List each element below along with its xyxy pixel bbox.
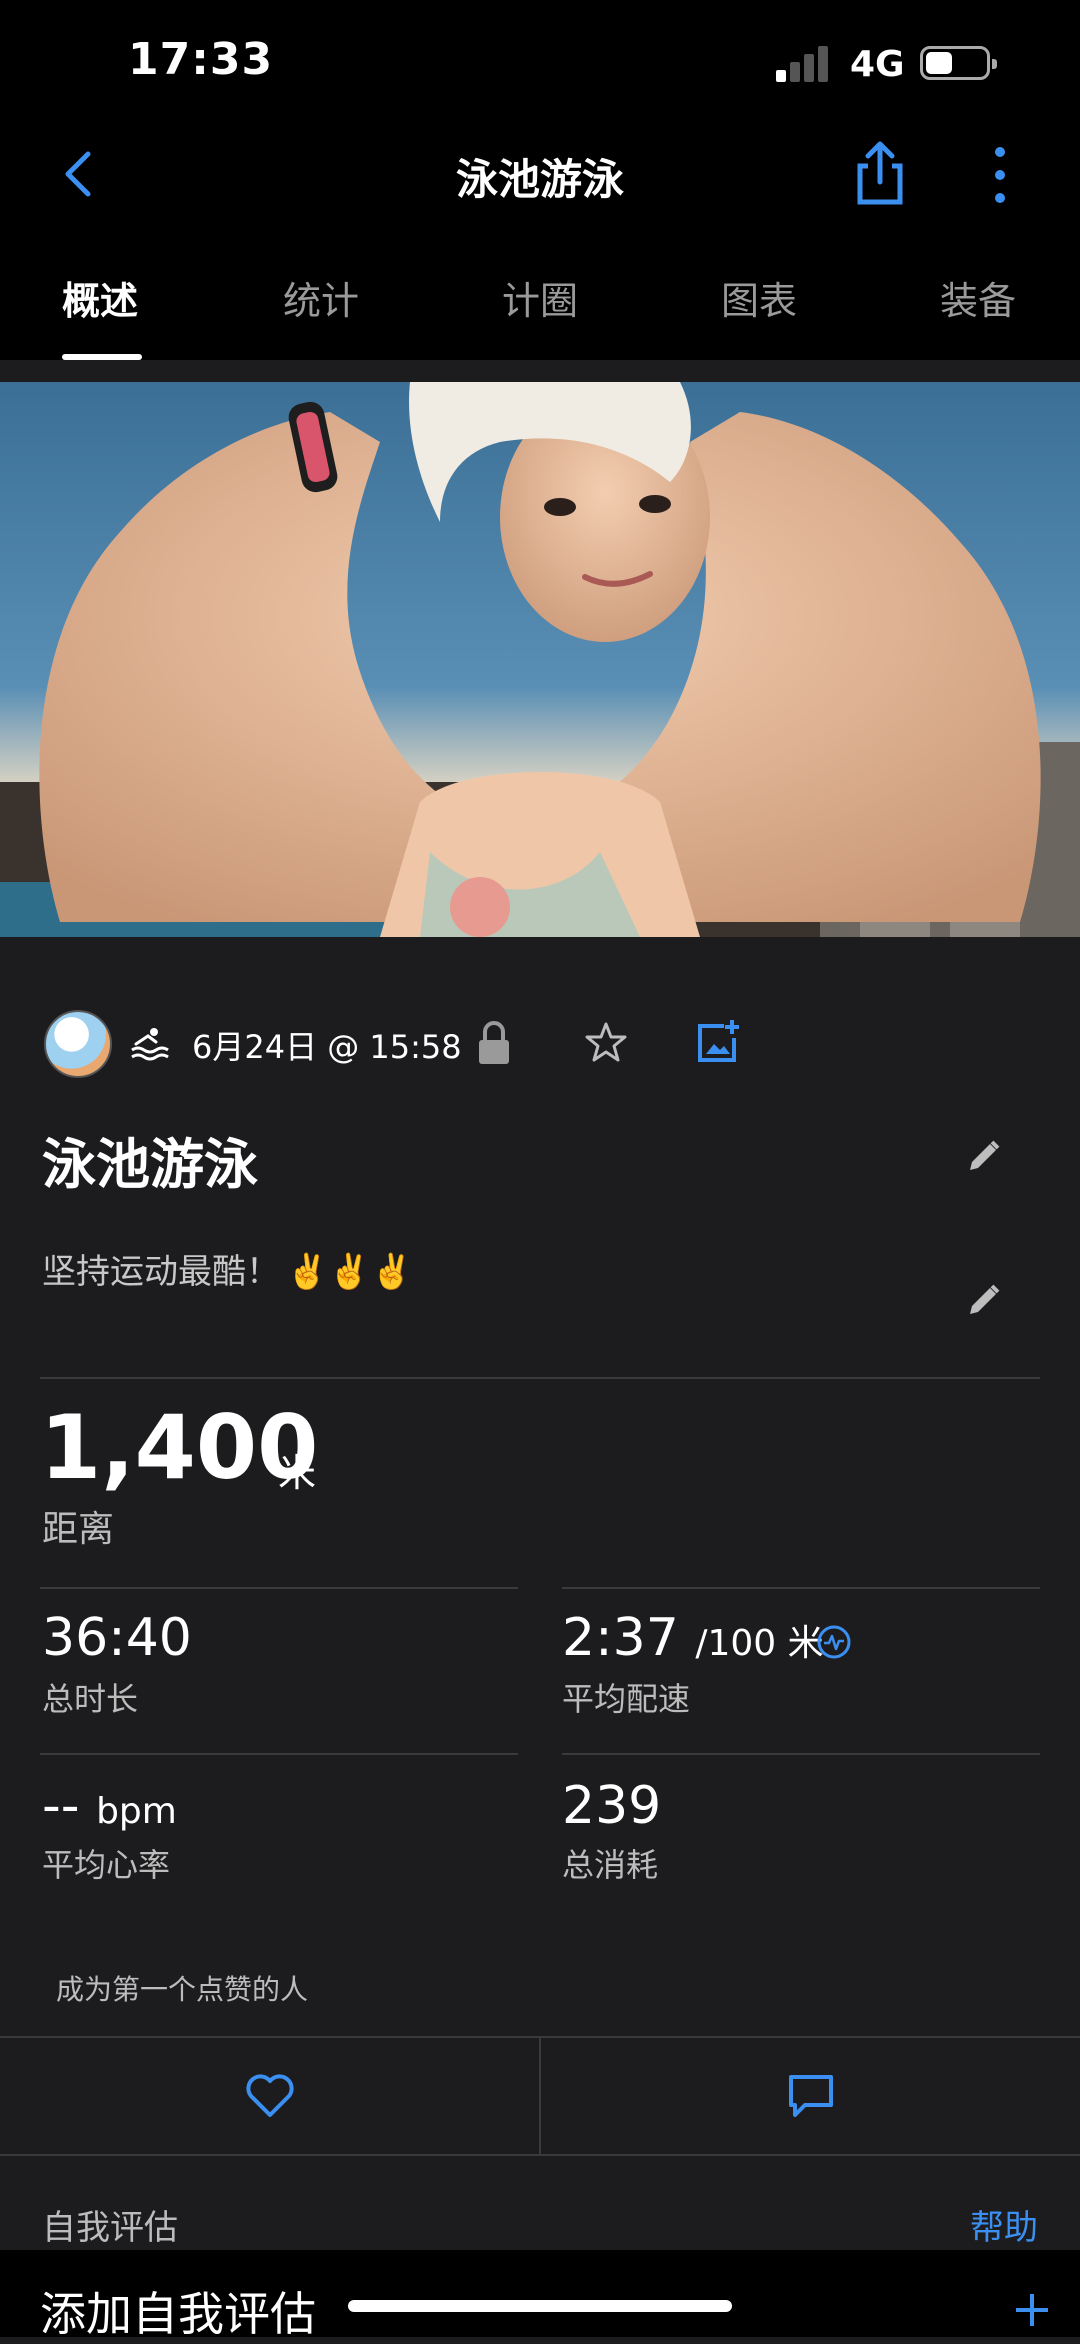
add-self-assessment-row[interactable]: 添加自我评估 — [0, 2250, 1080, 2341]
heart-rate-label: 平均心率 — [42, 1846, 171, 1884]
note-text: 坚持运动最酷！ — [42, 1252, 280, 1292]
heart-icon — [245, 2074, 294, 2117]
duration-value: 36:40 — [42, 1608, 192, 1668]
like-button[interactable] — [0, 2038, 539, 2154]
activity-meta-row: 6月24日 @ 15:58 — [0, 1010, 1080, 1082]
divider — [562, 1587, 1040, 1589]
avatar[interactable] — [44, 1010, 112, 1078]
activity-date: 6月24日 @ 15:58 — [192, 1028, 462, 1066]
calories-value: 239 — [562, 1776, 662, 1836]
heart-rate-number: -- — [42, 1776, 80, 1836]
activity-title: 泳池游泳 — [42, 1133, 258, 1196]
more-icon[interactable] — [980, 142, 1020, 208]
self-assessment-header: 自我评估 — [42, 2208, 178, 2248]
edit-icon[interactable] — [966, 1282, 1002, 1318]
tab-bar: 概述 统计 计圈 图表 装备 — [0, 238, 1080, 360]
heart-rate-unit: bpm — [96, 1791, 177, 1832]
duration-label: 总时长 — [42, 1680, 139, 1718]
pace-value: 2:37 /100 米 — [562, 1608, 824, 1668]
distance-label: 距离 — [42, 1509, 115, 1550]
pace-unit: /100 米 — [695, 1623, 824, 1664]
help-link[interactable]: 帮助 — [970, 2200, 1038, 2249]
tab-gear[interactable]: 装备 — [940, 270, 1016, 325]
activity-note: 坚持运动最酷！ ✌️✌️✌️ — [42, 1244, 413, 1293]
add-self-assessment-label: 添加自我评估 — [40, 2287, 316, 2341]
tab-laps[interactable]: 计圈 — [502, 270, 578, 325]
tab-overview[interactable]: 概述 — [62, 270, 138, 325]
note-emoji: ✌️✌️✌️ — [286, 1252, 414, 1292]
battery-icon — [920, 46, 997, 80]
likes-text[interactable]: 成为第一个点赞的人 — [56, 1968, 308, 2008]
swim-icon — [131, 1028, 169, 1061]
active-tab-indicator — [62, 354, 142, 360]
divider — [40, 1377, 1040, 1379]
heart-rate-value: -- bpm — [42, 1776, 177, 1836]
add-photo-icon[interactable] — [694, 1018, 742, 1066]
tab-charts[interactable]: 图表 — [721, 270, 797, 325]
status-time: 17:33 — [128, 34, 274, 85]
share-icon[interactable] — [850, 138, 910, 208]
lock-icon[interactable] — [476, 1020, 512, 1066]
divider — [40, 1587, 518, 1589]
edit-icon[interactable] — [966, 1138, 1002, 1174]
star-icon[interactable] — [584, 1020, 628, 1064]
home-indicator — [348, 2300, 732, 2312]
status-bar: 17:33 4G — [0, 0, 1080, 120]
pace-number: 2:37 — [562, 1608, 679, 1668]
nav-bar: 泳池游泳 — [0, 120, 1080, 238]
pace-label: 平均配速 — [562, 1680, 691, 1718]
divider — [562, 1753, 1040, 1755]
calories-label: 总消耗 — [562, 1846, 659, 1884]
distance-value: 1,400 — [40, 1396, 319, 1499]
tab-stats[interactable]: 统计 — [283, 270, 359, 325]
network-label: 4G — [850, 44, 905, 85]
activity-photo[interactable] — [0, 382, 1080, 937]
plus-icon[interactable] — [1012, 2290, 1052, 2330]
comment-icon — [788, 2075, 833, 2117]
distance-unit: 米 — [278, 1451, 317, 1495]
comment-button[interactable] — [541, 2038, 1080, 2154]
signal-icon — [776, 46, 836, 82]
divider — [40, 1753, 518, 1755]
pace-icon[interactable] — [816, 1624, 852, 1660]
social-actions — [0, 2036, 1080, 2156]
page-title: 泳池游泳 — [455, 155, 624, 204]
